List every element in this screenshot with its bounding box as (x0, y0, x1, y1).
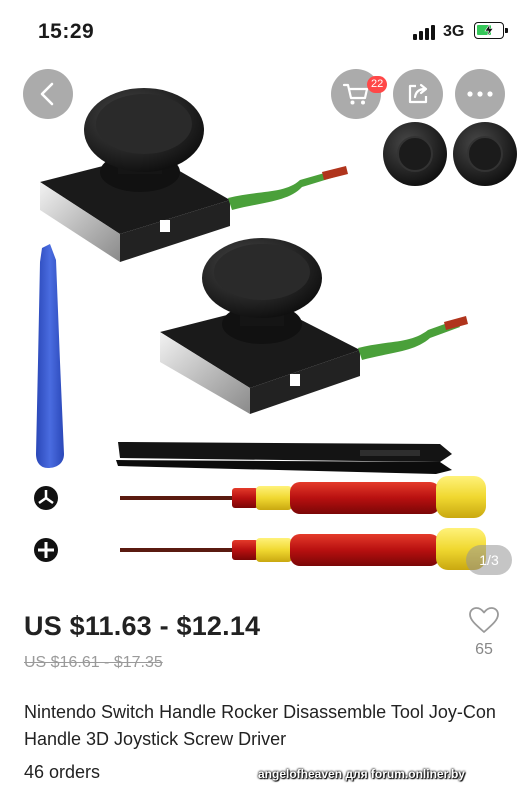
tweezers (116, 442, 452, 474)
orders-count: 46 orders (24, 762, 101, 782)
back-button[interactable] (23, 69, 73, 119)
more-dots-icon (467, 91, 493, 97)
wishlist-count: 65 (475, 641, 493, 658)
status-time: 15:29 (38, 20, 95, 43)
product-title: Nintendo Switch Handle Rocker Disassembl… (24, 702, 496, 749)
gallery-page-counter: 1/3 (466, 545, 512, 575)
product-price: US $11.63 - $12.14 (24, 611, 261, 641)
screwdriver-2 (120, 528, 486, 570)
share-icon (408, 83, 428, 104)
screwdriver-1 (120, 476, 486, 518)
status-bar: 15:29 3G (0, 0, 528, 62)
product-image-gallery[interactable] (0, 62, 528, 596)
shopping-cart-icon (342, 83, 369, 105)
network-type: 3G (443, 23, 465, 40)
heart-icon (469, 607, 499, 633)
product-photo (34, 88, 517, 570)
battery-charging-icon (474, 22, 508, 39)
chevron-left-icon (40, 82, 54, 106)
share-button[interactable] (393, 69, 443, 119)
joystick-module-1 (40, 88, 348, 262)
more-button[interactable] (455, 69, 505, 119)
original-price: US $16.61 - $17.35 (24, 654, 163, 671)
cellular-signal-icon (413, 24, 439, 40)
wishlist-button[interactable]: 65 (460, 606, 508, 662)
joystick-module-2 (160, 238, 468, 414)
pry-tool (36, 244, 64, 468)
watermark: angelofheaven для forum.onliner.by (258, 767, 465, 781)
cart-count-badge: 22 (367, 76, 388, 93)
cross-bit-icon (34, 538, 58, 562)
thumbstick-caps (383, 122, 517, 186)
y-bit-icon (34, 486, 58, 510)
